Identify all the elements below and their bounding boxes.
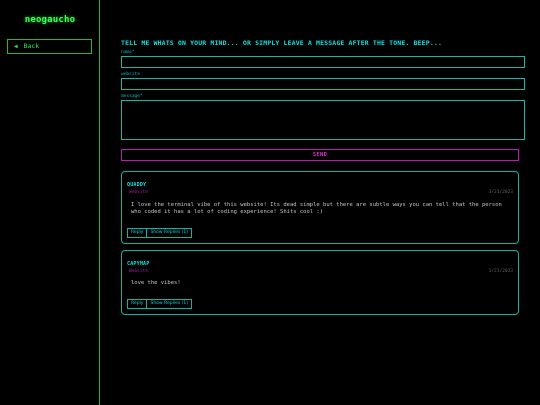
reply-button[interactable]: Reply (127, 299, 148, 309)
show-replies-button[interactable]: Show Replies (1) (147, 228, 193, 238)
comment-author: QUADDY (127, 182, 147, 188)
name-input[interactable] (121, 56, 525, 68)
show-replies-button[interactable]: Show Replies (1) (147, 299, 193, 309)
send-button[interactable]: SEND (121, 149, 519, 161)
main-content: TELL ME WHATS ON YOUR MIND... OR SIMPLY … (121, 0, 526, 405)
comment-actions: Reply Show Replies (1) (127, 299, 193, 309)
site-logo[interactable]: neogaucho (0, 15, 100, 25)
comment-body: I love the terminal vibe of this website… (131, 202, 502, 215)
back-button-label: Back (23, 42, 40, 50)
comment-body: love the vibes! (131, 280, 181, 286)
back-button[interactable]: ◀ Back (7, 39, 92, 54)
website-input[interactable] (121, 78, 525, 90)
comment-date: 3/21/2023 (488, 190, 513, 195)
comment-card: QUADDY Website 3/21/2023 I love the term… (121, 171, 519, 244)
comment-actions: Reply Show Replies (1) (127, 228, 193, 238)
comment-author: CAPYMAP (127, 261, 150, 267)
comment-date: 1/21/2023 (488, 269, 513, 274)
back-arrow-icon: ◀ (14, 43, 18, 50)
form-heading: TELL ME WHATS ON YOUR MIND... OR SIMPLY … (121, 39, 443, 47)
comment-website-link[interactable]: Website (129, 190, 148, 195)
message-textarea[interactable] (121, 100, 525, 140)
message-label: message* (121, 94, 143, 99)
comment-website-link[interactable]: Website (129, 269, 148, 274)
sidebar: neogaucho ◀ Back (0, 0, 100, 405)
comment-card: CAPYMAP Website 1/21/2023 love the vibes… (121, 250, 519, 315)
name-label: name* (121, 50, 135, 55)
reply-button[interactable]: Reply (127, 228, 148, 238)
website-label: website (121, 72, 140, 77)
